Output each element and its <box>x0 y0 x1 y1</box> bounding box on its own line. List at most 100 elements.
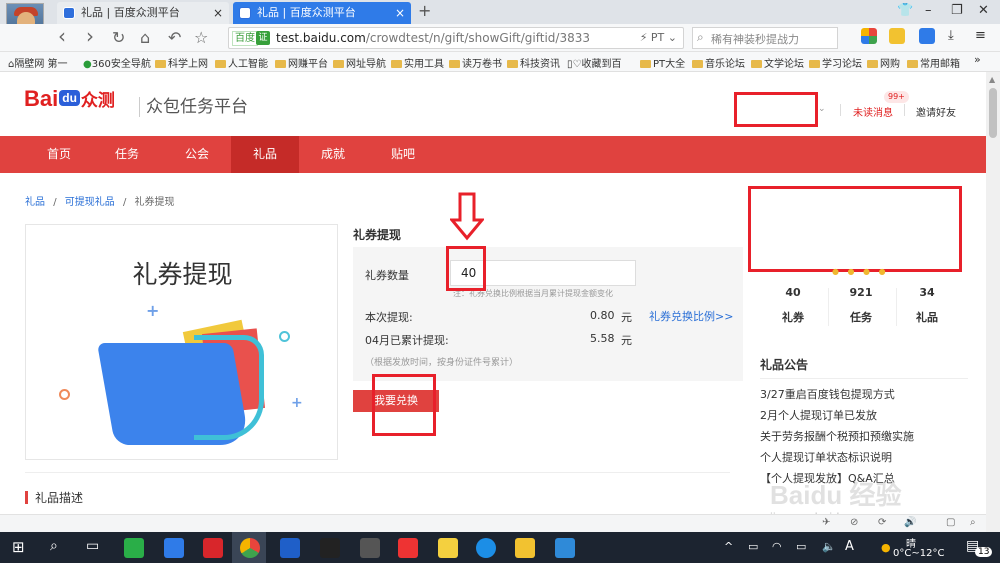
page-scrollbar[interactable]: ▲ <box>986 72 1000 532</box>
game-extension-icon[interactable] <box>889 28 905 44</box>
breadcrumb-withdrawable[interactable]: 可提现礼品 <box>65 197 115 208</box>
bookmark-item[interactable]: ●360安全导航 <box>83 55 151 70</box>
app-icon[interactable] <box>398 538 418 558</box>
favorite-star-icon[interactable]: ☆ <box>194 28 208 47</box>
scrollbar-thumb[interactable] <box>989 88 997 138</box>
security-shield-icon[interactable]: 证 <box>256 31 270 45</box>
bookmark-folder[interactable]: 常用邮箱 <box>907 55 960 70</box>
task-view-icon[interactable]: ▭ <box>86 538 99 554</box>
bookmark-folder[interactable]: 实用工具 <box>391 55 444 70</box>
pin-icon[interactable]: ✈ <box>822 517 830 528</box>
qq-icon[interactable] <box>320 538 340 558</box>
unread-messages-link[interactable]: 未读消息 <box>853 104 893 119</box>
app-icon[interactable] <box>555 538 575 558</box>
logo-bai: Bai <box>24 86 59 111</box>
user-dropdown-icon[interactable]: ⌄ <box>818 104 826 114</box>
browser-search-box[interactable]: ⌕ 稀有神装秒提战力 <box>692 27 838 49</box>
nav-tieba[interactable]: 贴吧 <box>369 136 437 173</box>
pt-icon[interactable]: PT <box>651 31 664 44</box>
bookmark-folder[interactable]: 网购 <box>867 55 900 70</box>
apps-grid-icon[interactable] <box>861 28 877 44</box>
stat-tasks[interactable]: 921 任务 <box>828 286 894 325</box>
display-icon[interactable]: ▭ <box>796 540 806 553</box>
wifi-icon[interactable]: ◠ <box>772 540 782 553</box>
lightning-icon[interactable]: ⚡ <box>640 31 648 44</box>
bookmark-folder[interactable]: PT大全 <box>640 55 685 70</box>
tab-close-icon[interactable]: × <box>213 2 223 24</box>
window-icon[interactable]: ▢ <box>946 517 955 528</box>
app-icon[interactable] <box>280 538 300 558</box>
bookmark-folder[interactable]: 网址导航 <box>333 55 386 70</box>
shield-extension-icon[interactable] <box>919 28 935 44</box>
search-icon[interactable]: ⌕ <box>50 538 58 554</box>
bookmark-folder[interactable]: 学习论坛 <box>809 55 862 70</box>
undo-button[interactable]: ↶ <box>168 28 181 47</box>
bookmark-folder[interactable]: 科技资讯 <box>507 55 560 70</box>
block-icon[interactable]: ⊘ <box>850 517 858 528</box>
notice-item[interactable]: 3/27重启百度钱包提现方式 <box>760 386 895 402</box>
app-icon[interactable] <box>360 538 380 558</box>
more-bookmarks-button[interactable]: » <box>974 53 981 66</box>
ime-indicator[interactable]: A <box>845 539 854 554</box>
notice-item[interactable]: 关于劳务报酬个税预扣预缴实施 <box>760 428 914 444</box>
browser-app-icon[interactable] <box>240 538 260 558</box>
bookmark-folder[interactable]: 网赚平台 <box>275 55 328 70</box>
browser-tab-2-active[interactable]: 礼品 | 百度众测平台 × <box>233 2 411 24</box>
notice-item[interactable]: 2月个人提现订单已发放 <box>760 407 877 423</box>
restore-button[interactable]: ❐ <box>951 3 963 18</box>
browser-nav-bar: ‹ › ↻ ⌂ ↶ ☆ 百度 证 test.baidu.com/crowdtes… <box>0 24 1000 52</box>
nav-home[interactable]: 首页 <box>25 136 93 173</box>
browser-tab-1[interactable]: 礼品 | 百度众测平台 × <box>57 2 229 24</box>
home-button[interactable]: ⌂ <box>140 28 150 47</box>
tab-close-icon[interactable]: × <box>395 2 405 24</box>
reload-button[interactable]: ↻ <box>112 28 125 47</box>
app-icon[interactable] <box>203 538 223 558</box>
minimize-button[interactable]: – <box>925 3 932 18</box>
windows-start-icon[interactable]: ⊞ <box>12 538 25 556</box>
search-icon: ⌕ <box>697 30 704 44</box>
folder-icon <box>155 60 166 68</box>
stat-coupons[interactable]: 40 礼券 <box>760 286 826 325</box>
dropdown-icon[interactable]: ⌄ <box>668 31 677 44</box>
bookmark-folder[interactable]: 文学论坛 <box>751 55 804 70</box>
back-button[interactable]: ‹ <box>58 24 66 48</box>
bookmark-folder[interactable]: 读万卷书 <box>449 55 502 70</box>
shirt-icon[interactable]: 👕 <box>897 3 913 18</box>
tab-title: 礼品 | 百度众测平台 <box>257 6 356 19</box>
invite-friends-link[interactable]: 邀请好友 <box>916 104 956 119</box>
bookmark-item[interactable]: ▯♡收藏到百 <box>567 55 621 70</box>
sound-icon[interactable]: 🔊 <box>904 517 916 528</box>
wechat-icon[interactable] <box>124 538 144 558</box>
new-tab-button[interactable]: + <box>418 1 431 20</box>
baidu-zhongce-logo[interactable]: Bai du 众测 <box>24 86 115 112</box>
nav-guild[interactable]: 公会 <box>163 136 231 173</box>
bookmark-folder[interactable]: 人工智能 <box>215 55 268 70</box>
app-icon[interactable] <box>164 538 184 558</box>
menu-icon[interactable]: ≡ <box>975 28 986 43</box>
nav-gifts[interactable]: 礼品 <box>231 136 299 173</box>
zoom-icon[interactable]: ⌕ <box>970 517 976 528</box>
bookmark-item[interactable]: ⌂隔壁网 第一 <box>8 55 68 70</box>
chevron-up-icon[interactable]: ^ <box>724 540 733 553</box>
notice-item[interactable]: 个人提现订单状态标识说明 <box>760 449 892 465</box>
battery-icon[interactable]: ▭ <box>748 540 758 553</box>
breadcrumb-gifts[interactable]: 礼品 <box>25 197 45 208</box>
bookmark-folder[interactable]: 科学上网 <box>155 55 208 70</box>
logo-zhongce: 众测 <box>80 91 115 110</box>
forward-button[interactable]: › <box>86 24 94 48</box>
ie-icon[interactable] <box>476 538 496 558</box>
download-icon[interactable]: ⤓ <box>948 28 954 43</box>
file-explorer-icon[interactable] <box>515 538 535 558</box>
close-window-button[interactable]: ✕ <box>978 3 989 18</box>
address-bar[interactable]: 百度 证 test.baidu.com/crowdtest/n/gift/sho… <box>228 27 684 49</box>
exchange-ratio-link[interactable]: 礼券兑换比例>> <box>649 308 733 324</box>
refresh-icon[interactable]: ⟳ <box>878 517 886 528</box>
nav-tasks[interactable]: 任务 <box>93 136 161 173</box>
scroll-up-icon[interactable]: ▲ <box>989 75 995 84</box>
volume-icon[interactable]: 🔈 <box>822 540 836 553</box>
notices-title: 礼品公告 <box>760 358 809 372</box>
nav-achievements[interactable]: 成就 <box>299 136 367 173</box>
bookmark-folder[interactable]: 音乐论坛 <box>692 55 745 70</box>
stat-gifts[interactable]: 34 礼品 <box>894 286 960 325</box>
app-icon[interactable] <box>438 538 458 558</box>
